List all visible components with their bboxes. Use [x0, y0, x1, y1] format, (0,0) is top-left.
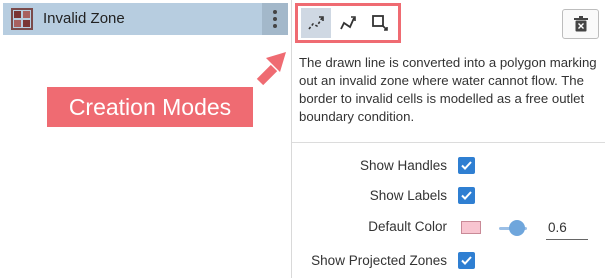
panel-divider — [291, 0, 292, 278]
draw-line-icon — [308, 16, 324, 30]
draw-polyline-mode-button[interactable] — [333, 8, 363, 38]
creation-mode-group — [295, 3, 401, 43]
annotation-arrow-icon — [256, 52, 286, 86]
menu-dot-icon — [273, 10, 277, 14]
creation-modes-annotation: Creation Modes — [47, 87, 253, 127]
layer-row-invalid-zone[interactable]: Invalid Zone — [3, 3, 288, 35]
layer-name: Invalid Zone — [43, 10, 125, 27]
checkmark-icon — [461, 256, 472, 265]
menu-dot-icon — [273, 17, 277, 21]
default-color-label: Default Color — [368, 219, 447, 234]
checkmark-icon — [461, 161, 472, 170]
opacity-slider-handle[interactable] — [509, 220, 525, 236]
show-labels-checkbox[interactable] — [458, 187, 475, 204]
show-labels-label: Show Labels — [369, 188, 447, 203]
grid-layer-icon — [11, 8, 33, 30]
draw-polyline-icon — [340, 16, 356, 30]
trash-icon — [573, 16, 588, 32]
draw-rectangle-icon — [372, 15, 388, 31]
checkmark-icon — [461, 191, 472, 200]
draw-line-mode-button[interactable] — [301, 8, 331, 38]
opacity-value-input[interactable] — [546, 216, 588, 240]
mode-description: The drawn line is converted into a polyg… — [299, 55, 597, 124]
menu-dot-icon — [273, 24, 277, 28]
show-handles-checkbox[interactable] — [458, 157, 475, 174]
section-divider — [292, 142, 605, 143]
default-color-swatch[interactable] — [461, 221, 481, 234]
layer-menu-button[interactable] — [262, 3, 288, 35]
delete-button[interactable] — [562, 9, 599, 39]
show-projected-zones-label: Show Projected Zones — [311, 253, 447, 268]
show-projected-zones-checkbox[interactable] — [458, 252, 475, 269]
show-handles-label: Show Handles — [359, 158, 447, 173]
draw-rectangle-mode-button[interactable] — [365, 8, 395, 38]
